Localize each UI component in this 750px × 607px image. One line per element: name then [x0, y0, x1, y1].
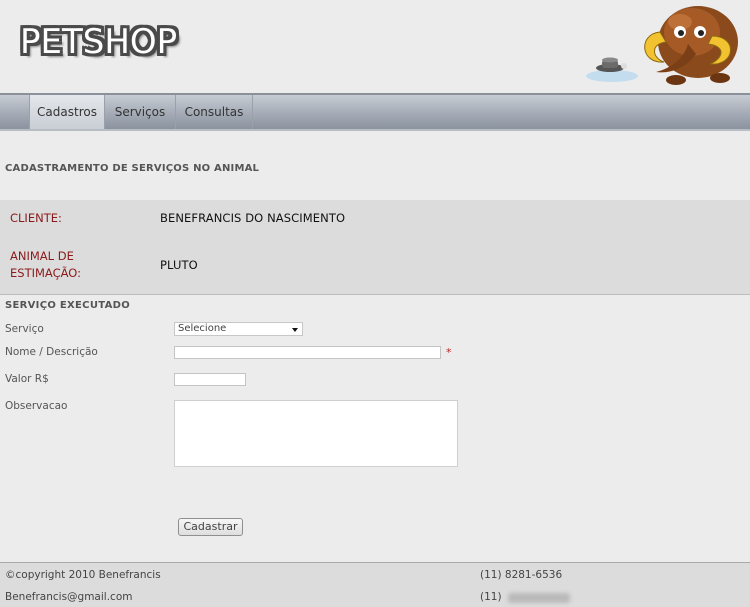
nav-item-consultas[interactable]: Consultas — [176, 95, 253, 129]
cliente-label: CLIENTE: — [10, 211, 62, 225]
header: PETSHOP — [0, 0, 750, 93]
footer-phone-2-prefix: (11) — [480, 591, 502, 603]
petshop-logo[interactable]: PETSHOP — [20, 22, 177, 62]
page-title: CADASTRAMENTO DE SERVIÇOS NO ANIMAL — [5, 163, 260, 174]
footer-email[interactable]: Benefrancis@gmail.com — [5, 591, 132, 603]
nome-input[interactable] — [174, 346, 441, 359]
section-title: SERVIÇO EXECUTADO — [5, 300, 131, 311]
observacao-label: Observacao — [5, 400, 68, 412]
animal-value: PLUTO — [160, 258, 198, 272]
footer-phone-1: (11) 8281-6536 — [480, 569, 563, 581]
nav-item-cadastros[interactable]: Cadastros — [29, 95, 105, 129]
servico-selected-value: Selecione — [178, 323, 227, 334]
cliente-value: BENEFRANCIS DO NASCIMENTO — [160, 211, 346, 225]
mammoth-mascot-icon — [586, 6, 738, 85]
footer: ©copyright 2010 Benefrancis Benefrancis@… — [0, 562, 750, 607]
footer-copyright: ©copyright 2010 Benefrancis — [5, 569, 161, 581]
main-nav: Cadastros Serviços Consultas — [0, 93, 750, 131]
valor-input[interactable] — [174, 373, 246, 386]
nav-item-servicos[interactable]: Serviços — [105, 95, 176, 129]
observacao-textarea[interactable] — [174, 400, 458, 467]
servico-label: Serviço — [5, 323, 44, 335]
cadastrar-button[interactable]: Cadastrar — [178, 518, 243, 536]
animal-info-panel: CLIENTE: BENEFRANCIS DO NASCIMENTO ANIMA… — [0, 200, 750, 295]
animal-label: ANIMAL DE ESTIMAÇÃO: — [10, 248, 81, 282]
redacted-phone-number — [508, 593, 570, 603]
animal-label-line2: ESTIMAÇÃO: — [10, 266, 81, 280]
valor-label: Valor R$ — [5, 373, 49, 385]
nome-label: Nome / Descrição — [5, 346, 98, 358]
required-mark: * — [446, 346, 452, 359]
animal-label-line1: ANIMAL DE — [10, 249, 74, 263]
servico-select[interactable]: Selecione — [174, 322, 303, 336]
chevron-down-icon — [292, 328, 298, 332]
